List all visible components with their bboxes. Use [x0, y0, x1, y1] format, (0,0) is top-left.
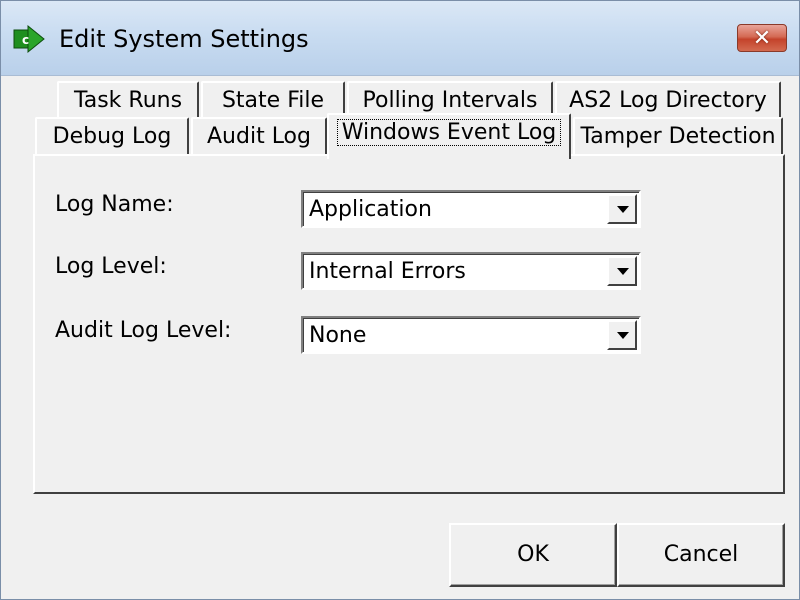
tab-tamper-detection[interactable]: Tamper Detection: [573, 117, 783, 155]
tab-label: Windows Event Log: [336, 119, 562, 146]
log-level-value: Internal Errors: [309, 259, 466, 284]
tab-label: Polling Intervals: [362, 88, 538, 113]
tab-label: Task Runs: [73, 88, 183, 113]
tab-label: Tamper Detection: [580, 124, 776, 149]
log-level-label: Log Level:: [55, 254, 167, 279]
green-arrow-icon: c: [13, 24, 45, 54]
log-name-label: Log Name:: [55, 192, 174, 217]
log-level-dropdown-button[interactable]: [607, 256, 637, 286]
audit-log-level-dropdown-button[interactable]: [607, 320, 637, 350]
tab-state-file[interactable]: State File: [201, 81, 345, 119]
tab-windows-event-log[interactable]: Windows Event Log: [327, 113, 571, 159]
tab-as2-log-directory[interactable]: AS2 Log Directory: [555, 81, 781, 119]
cancel-button[interactable]: Cancel: [617, 523, 785, 587]
tab-label: Debug Log: [52, 124, 172, 149]
log-name-select[interactable]: Application: [301, 190, 641, 228]
window-title: Edit System Settings: [59, 25, 309, 53]
tab-label: AS2 Log Directory: [569, 88, 767, 113]
edit-system-settings-dialog: c Edit System Settings ✕ Task Runs State…: [0, 0, 800, 600]
chevron-down-icon: [617, 268, 629, 275]
chevron-down-icon: [617, 206, 629, 213]
close-button[interactable]: ✕: [737, 24, 787, 52]
tab-label: Audit Log: [207, 124, 311, 149]
tab-audit-log[interactable]: Audit Log: [191, 117, 327, 155]
chevron-down-icon: [617, 332, 629, 339]
tab-task-runs[interactable]: Task Runs: [57, 81, 199, 119]
audit-log-level-label: Audit Log Level:: [55, 318, 232, 343]
ok-button[interactable]: OK: [449, 523, 617, 587]
log-level-select[interactable]: Internal Errors: [301, 252, 641, 290]
log-name-value: Application: [309, 197, 432, 222]
title-bar[interactable]: c Edit System Settings ✕: [1, 1, 799, 76]
audit-log-level-value: None: [309, 323, 367, 348]
svg-text:c: c: [22, 33, 29, 47]
close-icon: ✕: [752, 25, 772, 50]
tab-panel-windows-event-log: Log Name: Application Log Level: Interna…: [33, 154, 785, 494]
tab-label: State File: [221, 88, 325, 113]
audit-log-level-select[interactable]: None: [301, 316, 641, 354]
log-name-dropdown-button[interactable]: [607, 194, 637, 224]
tab-debug-log[interactable]: Debug Log: [35, 117, 189, 155]
